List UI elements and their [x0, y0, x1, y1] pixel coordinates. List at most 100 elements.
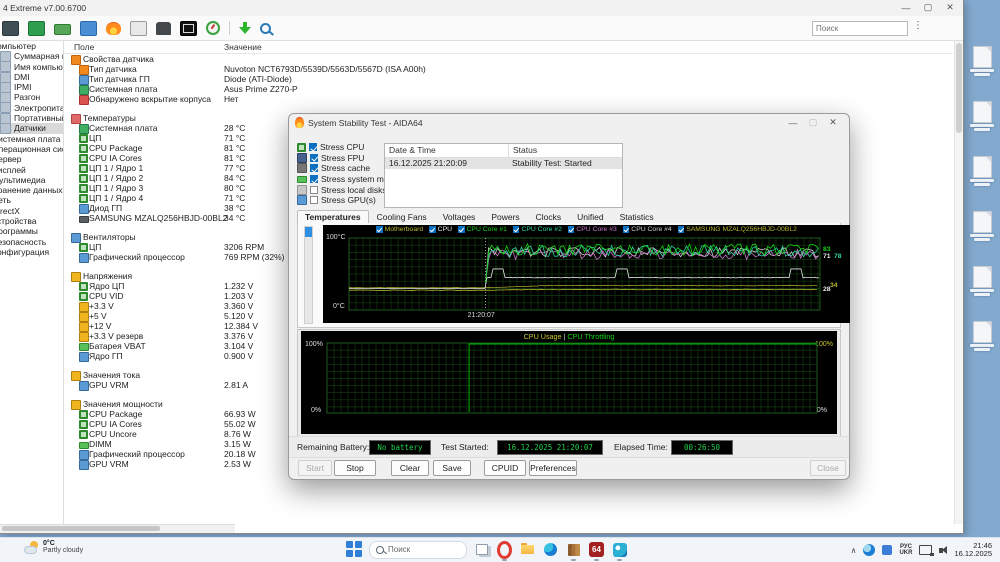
display-icon[interactable] [80, 20, 97, 36]
start-button[interactable] [345, 540, 364, 559]
sidebar-item[interactable]: Хранение данных [0, 185, 63, 195]
sidebar-item[interactable]: Компьютер [0, 41, 63, 51]
language-indicator[interactable]: РУС UKR [899, 544, 912, 556]
tray-app-icon[interactable] [882, 545, 893, 555]
speaker-icon[interactable] [939, 545, 948, 554]
tab-statistics[interactable]: Statistics [612, 210, 662, 223]
vertical-scrollbar[interactable] [954, 41, 963, 524]
desktop-icon[interactable] [968, 46, 996, 76]
library-icon[interactable] [564, 540, 583, 561]
taskbar-search[interactable]: Поиск [369, 540, 467, 559]
sidebar-item[interactable]: Конфигурация [0, 247, 63, 257]
searchm-icon[interactable] [260, 22, 271, 34]
clock[interactable]: 21:46 16.12.2025 [954, 541, 992, 559]
minimize-icon[interactable]: — [895, 0, 917, 15]
sensor-value: Diode (ATI-Diode) [224, 74, 292, 84]
tab-temperatures[interactable]: Temperatures [297, 210, 369, 223]
weather-widget[interactable]: 0°C Partly cloudy [24, 540, 83, 554]
sidebar-item[interactable]: Сеть [0, 195, 63, 205]
stop-button[interactable]: Stop [334, 460, 376, 476]
stress-checkbox[interactable] [310, 175, 318, 184]
network-icon[interactable] [919, 545, 935, 556]
sidebar-item[interactable]: DirectX [0, 206, 63, 216]
sidebar-item[interactable]: Суммарная информация [0, 50, 63, 62]
close-button[interactable]: Close [810, 460, 846, 476]
edge-icon[interactable] [541, 540, 560, 559]
log-col-status[interactable]: Status [509, 144, 541, 157]
sidebar-item[interactable]: Дисплей [0, 165, 63, 175]
sidebar-item[interactable]: Устройства [0, 216, 63, 226]
osd-icon[interactable] [180, 20, 197, 36]
sidebar-item[interactable]: Операционная система [0, 144, 63, 154]
desktop-icon[interactable] [968, 266, 996, 296]
graph-scrollbar[interactable] [304, 226, 313, 324]
sidebar-item-label: Операционная система [0, 143, 63, 154]
maximize-icon[interactable]: ▢ [917, 0, 939, 15]
flame-icon[interactable] [106, 21, 121, 35]
sidebar-item[interactable]: Программы [0, 226, 63, 236]
sidebar-item[interactable]: Портативный ПК [0, 112, 63, 124]
dialog-titlebar[interactable]: System Stability Test - AIDA64 — ▢ ✕ [289, 114, 849, 131]
search-menu-icon[interactable]: ⋮ [913, 20, 923, 31]
tab-clocks[interactable]: Clocks [528, 210, 570, 223]
dialog-minimize-icon[interactable]: — [783, 116, 803, 129]
search-input[interactable] [812, 21, 908, 36]
tray-chevron-icon[interactable]: ∧ [851, 546, 857, 555]
stress-checkbox[interactable] [309, 143, 317, 152]
download-icon[interactable] [239, 21, 251, 35]
sidebar-item[interactable]: Имя компьютера [0, 61, 63, 73]
user-icon[interactable] [156, 21, 171, 35]
stress-checkbox[interactable] [310, 164, 318, 173]
sidebar-item[interactable]: Электропитание [0, 102, 63, 114]
sidebar-item[interactable]: Датчики [0, 123, 63, 135]
log-col-datetime[interactable]: Date & Time [385, 144, 509, 157]
column-value[interactable]: Значение [224, 42, 262, 52]
stress-checkbox[interactable] [310, 185, 318, 194]
explorer-icon[interactable] [518, 540, 537, 559]
log-row[interactable]: 16.12.2025 21:20:09 Stability Test: Start… [385, 158, 622, 169]
horizontal-scrollbar[interactable] [0, 524, 235, 533]
board-icon[interactable] [28, 20, 45, 36]
sidebar-item[interactable]: IPMI [0, 81, 63, 93]
share-icon[interactable] [130, 20, 147, 36]
sensor-row[interactable]: Тип датчика ГП Diode (ATI-Diode) [64, 74, 953, 85]
cpu-icon [79, 420, 88, 429]
clear-button[interactable]: Clear [391, 460, 429, 476]
paint-icon[interactable] [610, 540, 629, 561]
tab-cooling-fans[interactable]: Cooling Fans [369, 210, 435, 223]
desktop-icon[interactable] [968, 156, 996, 186]
save-button[interactable]: Save [433, 460, 471, 476]
chip-icon[interactable] [2, 20, 19, 36]
desktop-icon[interactable] [968, 101, 996, 131]
stress-checkbox[interactable] [310, 153, 318, 162]
stress-checkbox[interactable] [310, 196, 318, 205]
aida64-icon[interactable]: 64 [587, 540, 606, 561]
tab-unified[interactable]: Unified [569, 210, 611, 223]
sensor-value: 38 °C [224, 203, 246, 213]
app-titlebar[interactable]: 4 Extreme v7.00.6700 — ▢ ✕ [0, 0, 963, 17]
sidebar-item[interactable]: Сервер [0, 154, 63, 164]
gauge-icon[interactable] [206, 21, 220, 35]
sensor-row[interactable]: Системная плата Asus Prime Z270-P [64, 84, 953, 95]
desktop-icon[interactable] [968, 211, 996, 241]
preferences-button[interactable]: Preferences [529, 460, 577, 476]
tray-browser-icon[interactable] [863, 544, 876, 556]
sensor-row[interactable]: Обнаружено вскрытие корпуса Нет [64, 94, 953, 105]
opera-icon[interactable] [495, 540, 514, 561]
cpuid-button[interactable]: CPUID [484, 460, 526, 476]
tab-voltages[interactable]: Voltages [435, 210, 484, 223]
sidebar-item[interactable]: Мультимедиа [0, 175, 63, 185]
sidebar-item[interactable]: DMI [0, 71, 63, 83]
sidebar-item[interactable]: Разгон [0, 92, 63, 104]
task-view-icon[interactable] [472, 540, 491, 559]
sensor-section[interactable]: Свойства датчика [64, 54, 953, 65]
dialog-close-icon[interactable]: ✕ [823, 116, 843, 129]
sensor-row[interactable]: Тип датчика Nuvoton NCT6793D/5539D/5563D/… [64, 64, 953, 75]
tab-powers[interactable]: Powers [483, 210, 527, 223]
close-icon[interactable]: ✕ [939, 0, 961, 15]
sidebar-item[interactable]: Системная плата [0, 134, 63, 144]
desktop-icon[interactable] [968, 321, 996, 351]
column-field[interactable]: Поле [74, 42, 94, 52]
sidebar-item[interactable]: Безопасность [0, 237, 63, 247]
memory-icon[interactable] [54, 23, 71, 35]
